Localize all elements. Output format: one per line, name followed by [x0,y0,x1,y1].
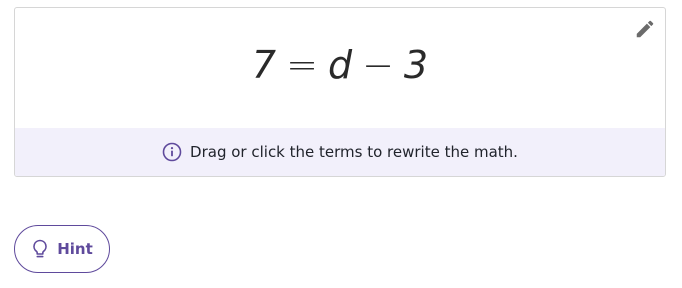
term-d[interactable]: d [322,46,358,84]
term-three[interactable]: 3 [398,46,434,84]
instruction-text: Drag or click the terms to rewrite the m… [190,143,518,161]
hint-label: Hint [57,240,93,258]
exercise-page: 7 = d − 3 Drag or click the terms to rew… [0,0,682,288]
pencil-icon[interactable] [634,18,656,40]
equals-sign: = [286,43,318,87]
term-seven[interactable]: 7 [246,46,282,84]
math-area: 7 = d − 3 [15,8,665,128]
math-card: 7 = d − 3 Drag or click the terms to rew… [14,7,666,177]
lightbulb-icon [33,239,48,258]
info-icon [162,142,182,162]
instruction-bar: Drag or click the terms to rewrite the m… [15,128,665,176]
equation: 7 = d − 3 [15,46,665,84]
minus-sign[interactable]: − [358,46,398,84]
hint-button[interactable]: Hint [14,225,110,273]
